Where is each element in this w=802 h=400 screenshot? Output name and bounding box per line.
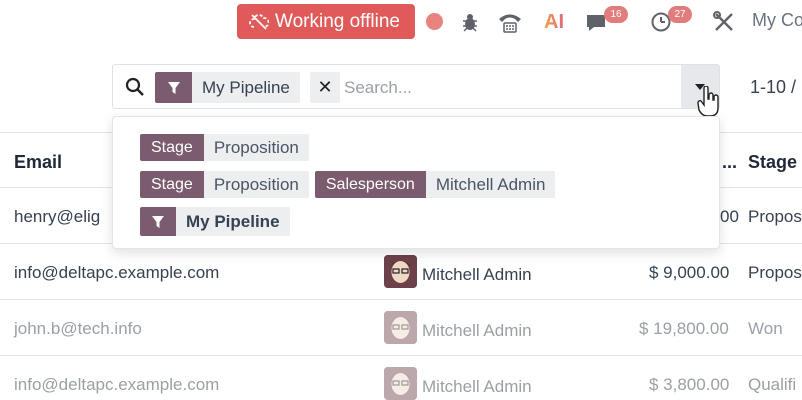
status-dot-icon[interactable] xyxy=(426,13,443,30)
salesperson-avatar xyxy=(384,311,417,344)
row-expected-revenue: $ 3,800.00 xyxy=(649,375,730,394)
chip-value: Mitchell Admin xyxy=(435,174,546,194)
row-email: info@deltapc.example.com xyxy=(14,375,220,394)
working-offline-button[interactable]: Working offline xyxy=(237,4,415,39)
remove-facet-button[interactable]: ✕ xyxy=(310,72,340,103)
row-email: henry@elig xyxy=(14,207,101,226)
row-salesperson: Mitchell Admin xyxy=(422,265,532,284)
offline-cloud-icon xyxy=(249,13,269,30)
row-stage: Propos xyxy=(748,207,802,226)
recent-search-item[interactable]: Stage Proposition xyxy=(140,134,309,161)
row-email: info@deltapc.example.com xyxy=(14,263,220,282)
salesperson-avatar xyxy=(384,367,417,400)
search-chip: Stage Proposition xyxy=(140,134,309,161)
table-row[interactable]: info@deltapc.example.com Mitchell Admin … xyxy=(0,356,802,400)
chip-value: Proposition xyxy=(213,137,299,157)
activity-badge: 27 xyxy=(668,6,692,23)
row-stage: Propos xyxy=(748,263,802,282)
row-email: john.b@tech.info xyxy=(14,319,142,338)
table-row[interactable]: info@deltapc.example.com Mitchell Admin … xyxy=(0,244,802,300)
table-row[interactable]: john.b@tech.info Mitchell Admin $ 19,800… xyxy=(0,300,802,356)
filter-facet: My Pipeline xyxy=(155,72,300,103)
company-switcher[interactable]: My Co xyxy=(752,10,802,31)
phone-icon[interactable] xyxy=(497,10,523,34)
column-header-expected-revenue[interactable]: ... xyxy=(722,152,737,173)
salesperson-avatar xyxy=(384,255,417,288)
row-stage: Qualifi xyxy=(748,375,797,394)
pager-value[interactable]: 1-10 / xyxy=(750,77,796,98)
row-expected-revenue: $ 19,800.00 xyxy=(639,319,729,338)
offline-label: Working offline xyxy=(275,10,400,32)
filter-facet-label: My Pipeline xyxy=(202,77,290,97)
search-input[interactable] xyxy=(344,74,644,102)
column-header-email[interactable]: Email xyxy=(14,152,62,173)
debug-bug-icon[interactable] xyxy=(460,11,480,33)
column-header-stage[interactable]: Stage xyxy=(748,152,797,173)
chip-field: Stage xyxy=(140,134,204,161)
ai-icon[interactable]: AI xyxy=(540,9,568,35)
row-expected-revenue: 00 xyxy=(720,207,739,226)
chip-field: Salesperson xyxy=(314,171,426,198)
search-chip: Salesperson Mitchell Admin xyxy=(314,171,556,198)
settings-tools-icon[interactable] xyxy=(713,11,735,33)
row-expected-revenue: $ 9,000.00 xyxy=(649,263,730,282)
filter-funnel-icon xyxy=(155,72,192,103)
chip-value: Proposition xyxy=(213,174,299,194)
filter-funnel-icon xyxy=(140,207,176,236)
row-salesperson: Mitchell Admin xyxy=(422,321,532,340)
chip-field: Stage xyxy=(140,171,204,198)
favorite-filter-label: My Pipeline xyxy=(186,211,280,231)
messages-badge: 16 xyxy=(604,6,628,23)
row-salesperson: Mitchell Admin xyxy=(422,377,532,396)
favorite-filter-item[interactable]: My Pipeline xyxy=(140,207,290,236)
recent-search-item[interactable]: Stage Proposition Salesperson Mitchell A… xyxy=(140,171,556,198)
search-icon[interactable] xyxy=(124,76,146,98)
search-chip: Stage Proposition xyxy=(140,171,309,198)
row-stage: Won xyxy=(748,319,783,338)
